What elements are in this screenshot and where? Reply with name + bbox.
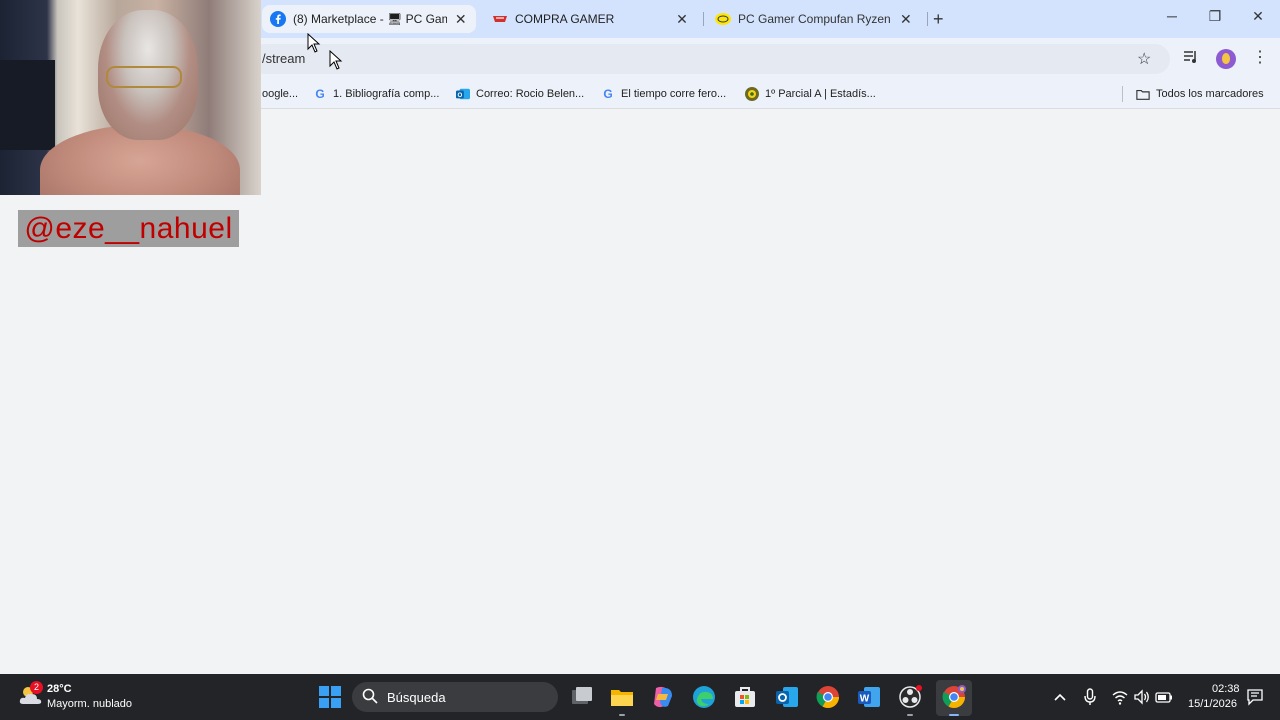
bookmark-item[interactable]: O Correo: Rocio Belen... [456, 86, 584, 102]
running-indicator [907, 714, 913, 716]
chrome-icon[interactable] [815, 684, 841, 710]
tab-marketplace[interactable]: (8) Marketplace - 🖥 PC Gamer ✕ [262, 5, 476, 33]
bookmarks-separator [1122, 86, 1123, 102]
new-tab-button[interactable]: + [933, 9, 944, 30]
close-tab-icon[interactable]: ✕ [674, 11, 690, 28]
streamer-handle: @eze__nahuel [24, 211, 233, 245]
running-indicator [619, 714, 625, 716]
address-bar-url: /stream [262, 51, 306, 66]
file-explorer-icon[interactable] [609, 684, 635, 710]
close-tab-icon[interactable]: ✕ [453, 11, 468, 28]
outlook-icon[interactable] [774, 684, 800, 710]
notifications-icon[interactable] [1246, 688, 1264, 706]
address-bar[interactable]: /stream [250, 44, 1170, 74]
mercadolibre-icon [715, 11, 731, 27]
weather-condition[interactable]: Mayorm. nublado [47, 698, 132, 710]
webcam-overlay [0, 0, 261, 195]
folder-icon [1136, 87, 1150, 101]
bookmark-label: 1. Bibliografía comp... [333, 88, 440, 100]
moodle-icon [745, 87, 759, 101]
tab-separator [927, 12, 928, 26]
microsoft-store-icon[interactable] [732, 684, 758, 710]
svg-text:W: W [860, 694, 870, 705]
close-window-icon[interactable]: ✕ [1248, 8, 1268, 25]
tab-separator [703, 12, 704, 26]
bookmark-label: El tiempo corre fero... [621, 88, 727, 100]
bookmark-label: 1º Parcial A | Estadís... [765, 88, 876, 100]
webcam-background [0, 60, 55, 150]
all-bookmarks-label: Todos los marcadores [1156, 88, 1264, 100]
tab-pc-gamer-compufan[interactable]: PC Gamer Compufan Ryzen 3 3 ✕ [707, 5, 921, 33]
taskbar-search[interactable] [352, 682, 558, 712]
outlook-icon: O [456, 87, 470, 101]
wifi-icon[interactable] [1111, 688, 1129, 706]
media-control-icon[interactable] [1183, 49, 1199, 65]
weather-notification-badge: 2 [30, 681, 43, 694]
restore-icon[interactable]: ❐ [1205, 8, 1225, 25]
all-bookmarks-button[interactable]: Todos los marcadores [1136, 86, 1264, 102]
word-icon[interactable]: W [856, 684, 882, 710]
svg-text:O: O [458, 92, 463, 99]
bookmark-label: oogle... [262, 88, 299, 100]
weather-temperature[interactable]: 28°C [47, 683, 72, 695]
volume-icon[interactable] [1133, 688, 1151, 706]
running-indicator [949, 714, 959, 716]
facebook-icon [270, 11, 286, 27]
tab-title: (8) Marketplace - 🖥 PC Gamer [293, 12, 448, 26]
tab-compra-gamer[interactable]: COMPRA GAMER ✕ [484, 5, 698, 33]
bookmark-item[interactable]: 1º Parcial A | Estadís... [745, 86, 876, 102]
chrome-profile-icon[interactable] [941, 684, 967, 710]
clock-time[interactable]: 02:38 [1212, 683, 1240, 695]
show-hidden-icons-icon[interactable] [1051, 688, 1069, 706]
bookmark-item[interactable]: G 1. Bibliografía comp... [313, 86, 439, 102]
search-icon [362, 688, 378, 704]
google-icon: G [603, 87, 613, 101]
bookmark-label: Correo: Rocio Belen... [476, 88, 585, 100]
search-placeholder: Búsqueda [387, 690, 446, 705]
bookmark-star-icon[interactable]: ☆ [1137, 49, 1151, 69]
browser-menu-icon[interactable]: ⋮ [1252, 47, 1268, 67]
clock-date[interactable]: 15/1/2026 [1188, 698, 1237, 710]
profile-avatar[interactable] [1216, 49, 1236, 69]
minimize-icon[interactable]: ─ [1162, 8, 1182, 24]
battery-icon[interactable] [1155, 688, 1173, 706]
bookmark-item[interactable]: oogle... [262, 86, 298, 102]
obs-icon[interactable] [897, 684, 923, 710]
microphone-icon[interactable] [1081, 688, 1099, 706]
google-icon: G [315, 87, 325, 101]
mouse-cursor-icon [307, 33, 321, 53]
compragamer-icon [492, 11, 508, 27]
webcam-glasses [106, 66, 182, 88]
streamer-handle-badge: @eze__nahuel [18, 210, 239, 247]
edge-icon[interactable] [691, 684, 717, 710]
task-view-icon[interactable] [569, 684, 595, 710]
mouse-cursor-icon [329, 50, 343, 70]
close-tab-icon[interactable]: ✕ [899, 11, 913, 28]
windows-start-icon[interactable] [317, 684, 343, 710]
bookmark-item[interactable]: G El tiempo corre fero... [601, 86, 726, 102]
tab-title: PC Gamer Compufan Ryzen 3 3 [738, 12, 893, 26]
copilot-icon[interactable] [650, 684, 676, 710]
tab-title: COMPRA GAMER [515, 12, 615, 26]
